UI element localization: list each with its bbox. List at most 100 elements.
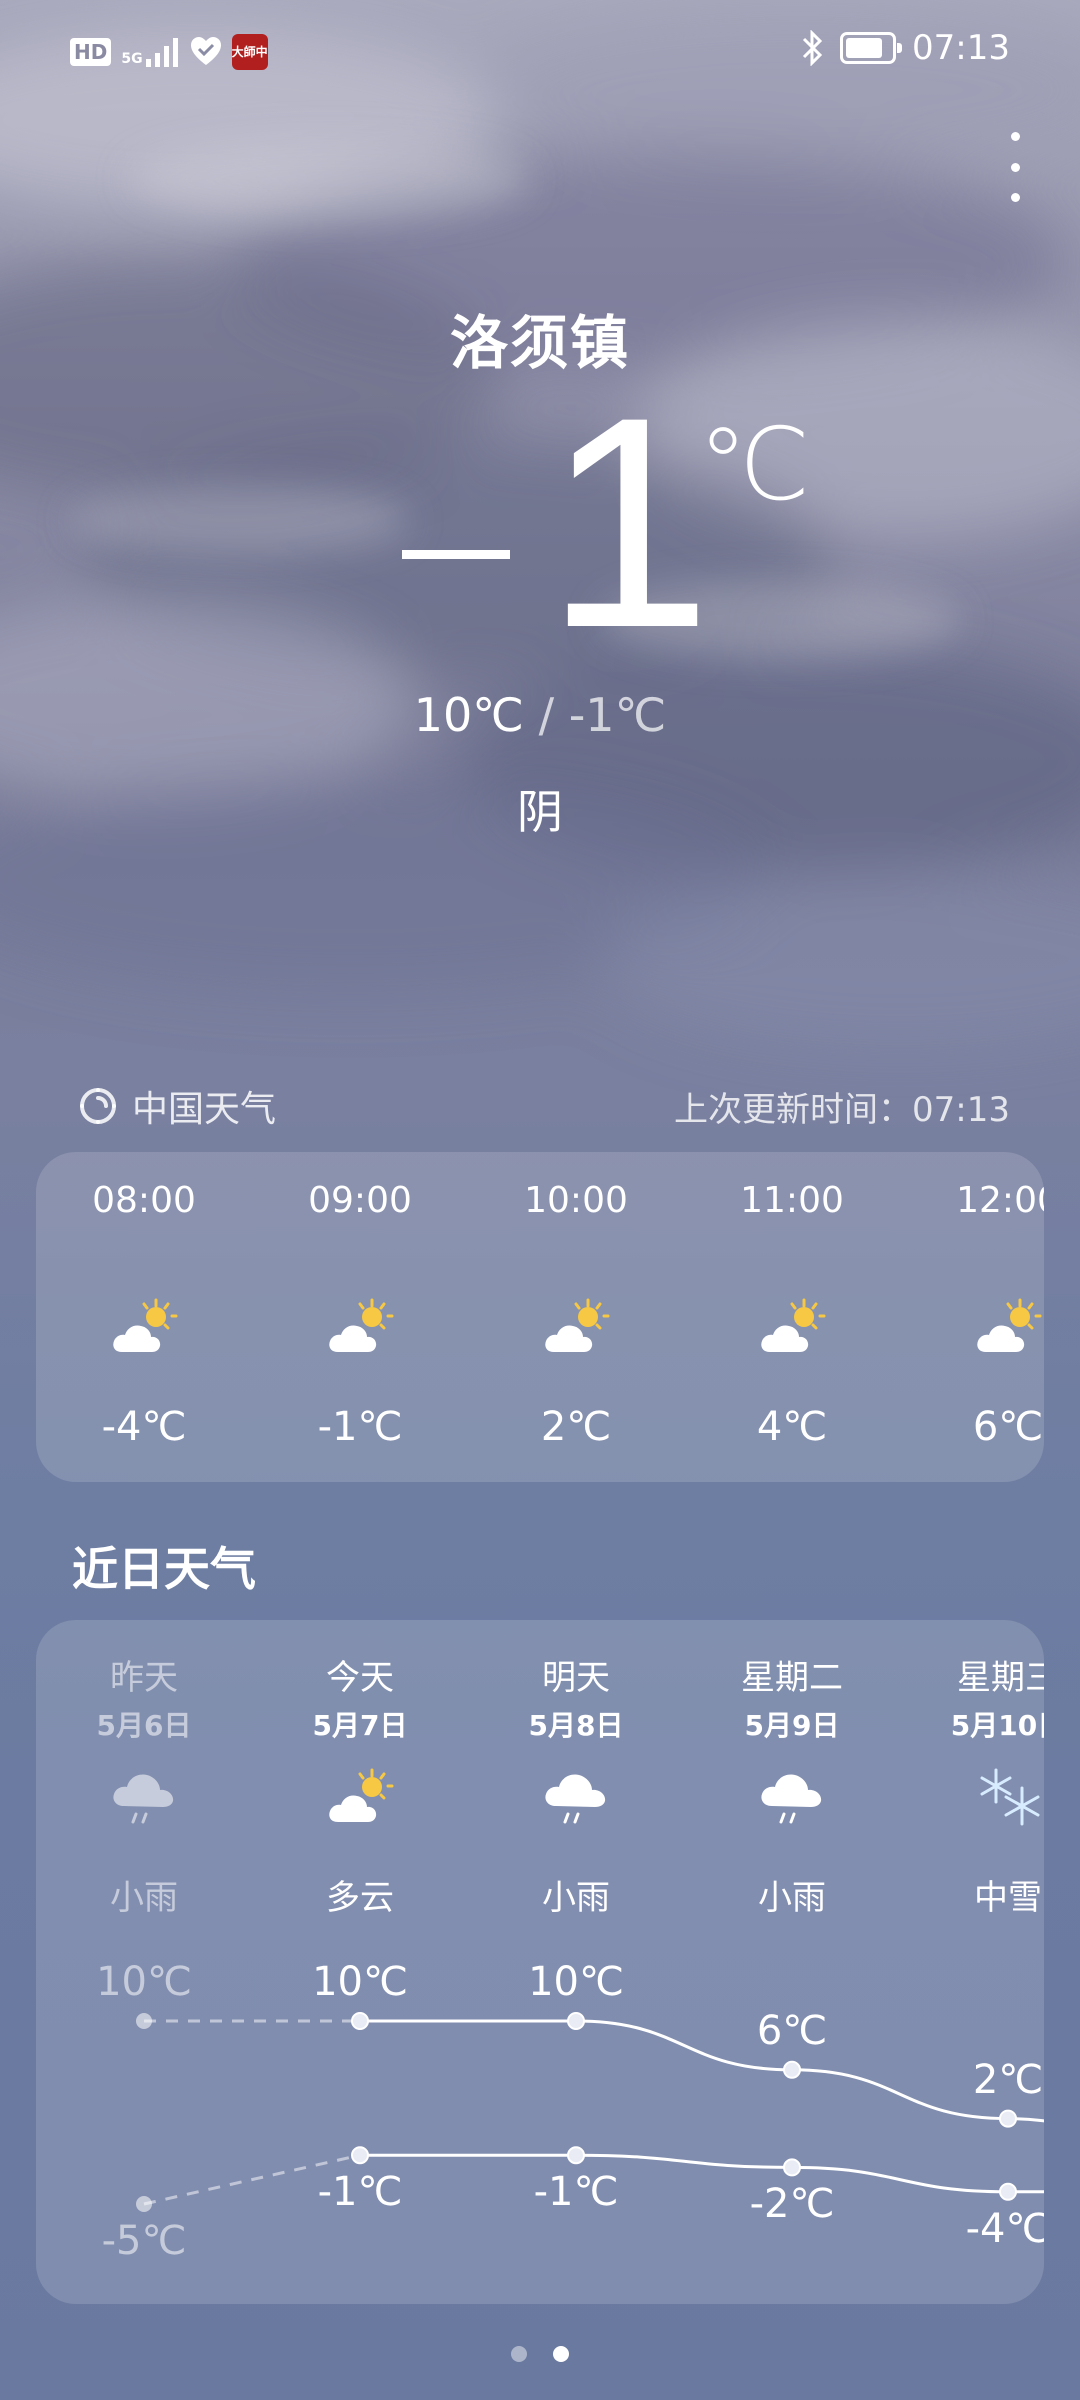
daily-day-name: 星期三 <box>957 1658 1044 1698</box>
source-name: 中国天气 <box>132 1089 277 1130</box>
status-bar: HD 5G 大師中 07:13 <box>0 0 1080 100</box>
low-temp-label: -5℃ <box>101 2218 187 2264</box>
temperature-unit: ℃ <box>698 406 811 523</box>
menu-dot <box>1010 193 1020 202</box>
partly-cloudy-day-icon <box>110 1296 178 1362</box>
partly-cloudy-day-icon <box>542 1296 610 1362</box>
high-temp-label: 6℃ <box>756 2007 828 2054</box>
hourly-time: 08:00 <box>92 1180 196 1221</box>
partly-cloudy-day-icon <box>326 1766 394 1832</box>
status-bar-left: HD 5G 大師中 <box>70 34 268 70</box>
daily-forecast-card[interactable]: 昨天 5月6日小雨 今天 5月7日多云 明天 5月8日小雨 星期二 5月9日小雨 星期三 5月10… <box>36 1620 1044 2304</box>
heart-shield-icon <box>190 37 221 65</box>
daily-item[interactable]: 星期三 5月10日中雪 <box>900 1620 1044 1950</box>
low-point <box>567 2146 585 2165</box>
low-point <box>136 2196 152 2212</box>
low-point <box>783 2158 801 2177</box>
daily-date: 5月9日 <box>744 1709 840 1742</box>
low-point <box>999 2182 1017 2201</box>
low-temp-label: -2℃ <box>749 2181 835 2228</box>
daily-date: 5月7日 <box>312 1709 408 1742</box>
hd-indicator: HD <box>70 38 112 66</box>
rain-icon <box>758 1766 826 1832</box>
rain-icon <box>110 1766 178 1832</box>
signal-indicator: 5G <box>121 37 179 67</box>
daily-day-name: 明天 <box>542 1658 610 1698</box>
snowflake-icon <box>974 1766 1042 1832</box>
hourly-temperature: 4℃ <box>756 1404 828 1450</box>
daily-forecast-title: 近日天气 <box>72 1542 256 1596</box>
cloud-background <box>0 10 1080 1050</box>
daily-condition: 小雨 <box>110 1878 178 1918</box>
low-temp-label: -1℃ <box>317 2169 403 2216</box>
page-indicator <box>0 2346 1080 2362</box>
daily-day-name: 今天 <box>326 1658 394 1698</box>
daily-date: 5月10日 <box>950 1709 1044 1742</box>
status-clock: 07:13 <box>912 28 1010 68</box>
hourly-temperature: 2℃ <box>540 1404 612 1450</box>
hourly-time: 09:00 <box>308 1180 412 1221</box>
hourly-time: 10:00 <box>524 1180 628 1221</box>
rain-icon <box>542 1766 610 1832</box>
daily-item[interactable]: 今天 5月7日多云 <box>252 1620 468 1950</box>
daily-day-name: 星期二 <box>741 1658 843 1698</box>
daily-condition: 小雨 <box>758 1878 826 1918</box>
high-point <box>999 2109 1017 2128</box>
low-point <box>351 2146 369 2165</box>
weather-source[interactable]: 中国天气 <box>78 1080 276 1132</box>
hourly-forecast-card[interactable]: 08:00 -4℃ 09:00 -1℃ 10:00 2℃ 11:00 4℃ 12:00 6℃ <box>36 1152 1044 1482</box>
partly-cloudy-day-icon <box>326 1296 394 1362</box>
hourly-time: 11:00 <box>740 1180 844 1221</box>
high-temp-label: 10℃ <box>312 1959 408 2005</box>
daily-condition: 小雨 <box>542 1878 610 1918</box>
high-point <box>783 2060 801 2079</box>
battery-icon <box>840 32 903 64</box>
daily-item[interactable]: 明天 5月8日小雨 <box>468 1620 684 1950</box>
hourly-time: 12:00 <box>956 1180 1044 1221</box>
page-dot[interactable] <box>511 2346 527 2362</box>
battery-tip <box>897 43 903 53</box>
today-low: -1℃ <box>568 688 667 742</box>
more-options-button[interactable] <box>1000 132 1030 202</box>
hourly-item[interactable]: 08:00 -4℃ <box>36 1152 252 1482</box>
hourly-temperature: -1℃ <box>317 1404 403 1450</box>
hourly-item[interactable]: 12:00 6℃ <box>900 1152 1044 1482</box>
hourly-temperature: 6℃ <box>972 1404 1044 1450</box>
status-bar-right: 07:13 <box>800 28 1010 68</box>
high-point <box>567 2012 585 2030</box>
page-dot[interactable] <box>553 2346 569 2362</box>
high-temp-label: 10℃ <box>96 1959 192 2005</box>
temperature-value: 1 <box>545 354 712 690</box>
daily-date: 5月8日 <box>528 1709 624 1742</box>
bluetooth-icon <box>802 30 823 66</box>
today-temperature-range: 10℃ / -1℃ <box>0 688 1080 742</box>
city-name[interactable]: 洛须镇 <box>0 296 1080 380</box>
app-notification-icon: 大師中 <box>231 34 268 70</box>
signal-bars-icon <box>145 38 178 67</box>
high-temp-label: 10℃ <box>528 1959 624 2005</box>
last-updated: 上次更新时间：07:13 <box>674 1090 1010 1130</box>
daily-condition: 多云 <box>326 1878 394 1918</box>
partly-cloudy-day-icon <box>758 1296 826 1362</box>
daily-item[interactable]: 昨天 5月6日小雨 <box>36 1620 252 1950</box>
hourly-temperature: -4℃ <box>101 1404 187 1450</box>
daily-date: 5月6日 <box>96 1709 192 1742</box>
menu-dot <box>1010 132 1020 141</box>
high-temp-label: 2℃ <box>972 2056 1044 2103</box>
hourly-item[interactable]: 10:00 2℃ <box>468 1152 684 1482</box>
network-type: 5G <box>121 51 143 67</box>
low-temp-label: -4℃ <box>965 2205 1044 2252</box>
hourly-item[interactable]: 09:00 -1℃ <box>252 1152 468 1482</box>
daily-item[interactable]: 星期二 5月9日小雨 <box>684 1620 900 1950</box>
current-condition: 阴 <box>517 785 563 839</box>
minus-sign <box>402 550 510 559</box>
battery-level <box>846 38 883 58</box>
today-high: 10℃ <box>413 688 524 742</box>
daily-condition: 中雪 <box>974 1878 1042 1918</box>
hourly-item[interactable]: 11:00 4℃ <box>684 1152 900 1482</box>
range-separator: / <box>538 688 555 742</box>
low-temp-label: -1℃ <box>533 2169 619 2216</box>
daily-day-name: 昨天 <box>110 1658 178 1698</box>
partly-cloudy-day-icon <box>974 1296 1042 1362</box>
china-weather-logo-icon <box>80 1088 116 1124</box>
